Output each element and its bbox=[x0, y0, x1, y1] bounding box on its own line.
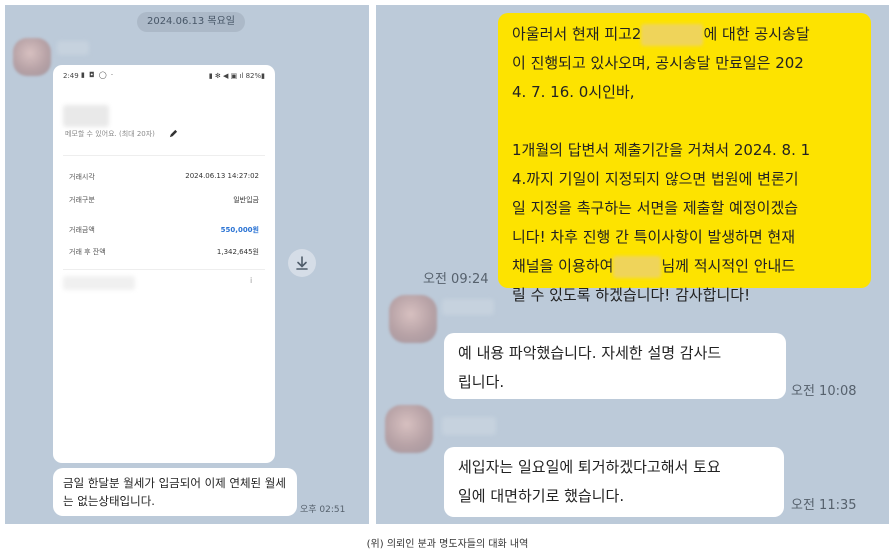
message-text: 금일 한달분 월세가 입금되어 이제 연체된 월세는 없는상태입니다. bbox=[63, 476, 286, 508]
sent-message-bubble[interactable]: 아울러서 현재 피고2 에 대한 공시송달 이 진행되고 있사오며, 공시송달 만… bbox=[498, 13, 871, 304]
message-time: 오전 10:08 bbox=[791, 384, 857, 399]
message-line: 일에 대면하기로 했습니다. bbox=[458, 487, 625, 505]
message-time: 오전 09:24 bbox=[423, 272, 489, 287]
phone-status-bar: 2:49 ▮ ◘ ◯ · ▮ ✻ ◀ ▣ ıl 82%▮ bbox=[53, 65, 275, 87]
message-time: 오전 11:35 bbox=[791, 498, 857, 513]
row-value-time: 2024.06.13 14:27:02 bbox=[185, 172, 259, 180]
message-line: 니다! 차후 진행 간 특이사항이 발생하면 현재 bbox=[512, 228, 796, 246]
message-line: 일 지정을 촉구하는 서면을 제출할 예정이겠습 bbox=[512, 199, 799, 217]
message-line: 예 내용 파악했습니다. 자세한 설명 감사드 bbox=[458, 344, 722, 362]
row-value-balance: 1,342,645원 bbox=[216, 248, 259, 256]
divider bbox=[63, 269, 265, 270]
status-time: 2:49 bbox=[63, 72, 79, 80]
row-value-type: 일반입금 bbox=[233, 196, 259, 204]
row-label-amount: 거래금액 bbox=[69, 226, 95, 234]
message-text: 채널을 이용하여 bbox=[512, 257, 614, 275]
download-button[interactable] bbox=[288, 249, 316, 277]
message-line: 1개월의 답변서 제출기간을 거쳐서 2024. 8. 1 bbox=[512, 141, 811, 159]
received-message-bubble[interactable]: 예 내용 파악했습니다. 자세한 설명 감사드 립니다. bbox=[444, 333, 786, 399]
account-name-blurred bbox=[63, 105, 109, 127]
right-chat-panel: 아울러서 현재 피고2 에 대한 공시송달 이 진행되고 있사오며, 공시송달 만… bbox=[376, 5, 889, 524]
row-label-type: 거래구분 bbox=[69, 196, 95, 204]
message-line: 4. 7. 16. 0시인바, bbox=[512, 83, 635, 101]
left-chat-panel: 2024.06.13 목요일 2:49 ▮ ◘ ◯ · ▮ ✻ ◀ ▣ ıl 8… bbox=[5, 5, 369, 524]
sender-name-blurred bbox=[57, 41, 89, 55]
message-text: 님께 적시적인 안내드 bbox=[661, 257, 796, 275]
message-line: 4.까지 기일이 지정되지 않으면 법원에 변론기 bbox=[512, 170, 799, 188]
message-time: 오후 02:51 bbox=[300, 505, 346, 515]
message-bubble[interactable]: 금일 한달분 월세가 입금되어 이제 연체된 월세는 없는상태입니다. bbox=[53, 468, 297, 516]
received-message-bubble[interactable]: 세입자는 일요일에 퇴거하겠다고해서 토요 일에 대면하기로 했습니다. bbox=[444, 447, 784, 517]
avatar[interactable] bbox=[13, 38, 51, 76]
row-label-balance: 거래 후 잔액 bbox=[69, 248, 106, 256]
message-line: 릴 수 있도록 하겠습니다! 감사합니다! bbox=[512, 286, 751, 304]
sender-name-blurred bbox=[442, 299, 494, 315]
message-line: 이 진행되고 있사오며, 공시송달 만료일은 202 bbox=[512, 54, 804, 72]
message-text: 에 대한 공시송달 bbox=[703, 25, 810, 43]
bank-screenshot-image[interactable]: 2:49 ▮ ◘ ◯ · ▮ ✻ ◀ ▣ ıl 82%▮ 메모할 수 있어요. … bbox=[53, 65, 275, 463]
account-number-blurred bbox=[63, 276, 135, 290]
info-icon[interactable]: i bbox=[250, 276, 252, 285]
message-line: 채널을 이용하여 님께 적시적인 안내드 bbox=[512, 252, 857, 281]
name-blurred bbox=[641, 23, 704, 46]
battery-signal-icons: ▮ ✻ ◀ ▣ ıl 82%▮ bbox=[208, 72, 265, 80]
row-value-amount: 550,000원 bbox=[220, 226, 259, 234]
avatar[interactable] bbox=[385, 405, 433, 453]
memo-placeholder: 메모할 수 있어요. (최대 20자) bbox=[65, 130, 155, 138]
message-line: 아울러서 현재 피고2 에 대한 공시송달 bbox=[512, 20, 857, 49]
download-icon bbox=[296, 256, 308, 270]
notification-icons: ▮ ◘ ◯ · bbox=[81, 71, 115, 79]
message-line: 립니다. bbox=[458, 373, 505, 391]
avatar[interactable] bbox=[389, 295, 437, 343]
divider bbox=[63, 155, 265, 156]
image-caption: (위) 의뢰인 분과 명도자들의 대화 내역 bbox=[366, 539, 529, 550]
name-blurred bbox=[613, 255, 662, 278]
date-divider: 2024.06.13 목요일 bbox=[137, 12, 245, 32]
row-label-time: 거래시각 bbox=[69, 173, 95, 181]
message-text: 아울러서 현재 피고2 bbox=[512, 25, 642, 43]
message-line: 세입자는 일요일에 퇴거하겠다고해서 토요 bbox=[458, 458, 721, 476]
sender-name-blurred bbox=[442, 417, 496, 435]
pencil-icon bbox=[169, 129, 178, 138]
